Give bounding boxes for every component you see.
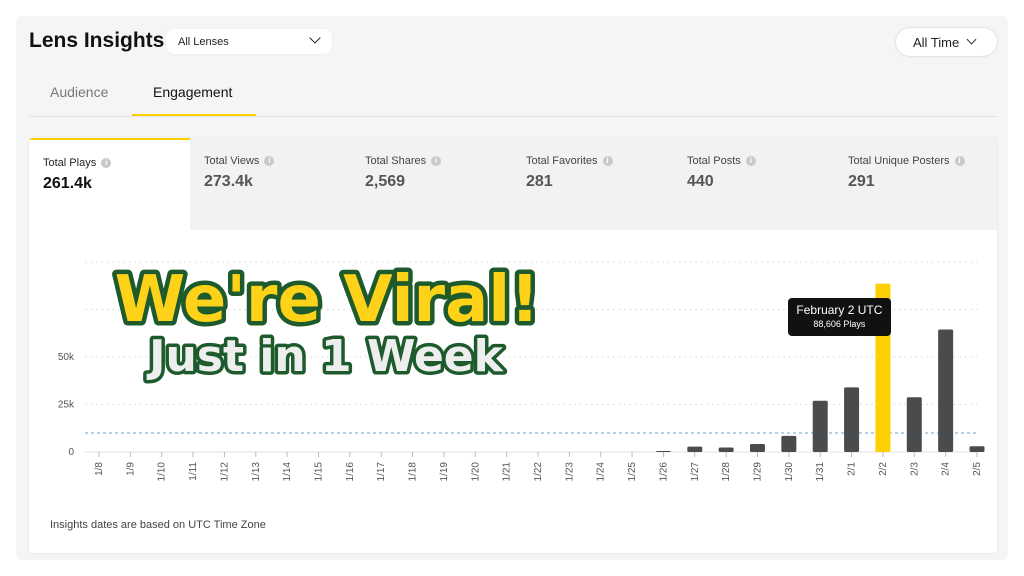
- viral-headline: We're Viral!: [115, 263, 540, 337]
- viral-overlay: We're Viral! Just in 1 Week: [110, 259, 544, 386]
- viral-subline: Just in 1 Week: [146, 331, 505, 382]
